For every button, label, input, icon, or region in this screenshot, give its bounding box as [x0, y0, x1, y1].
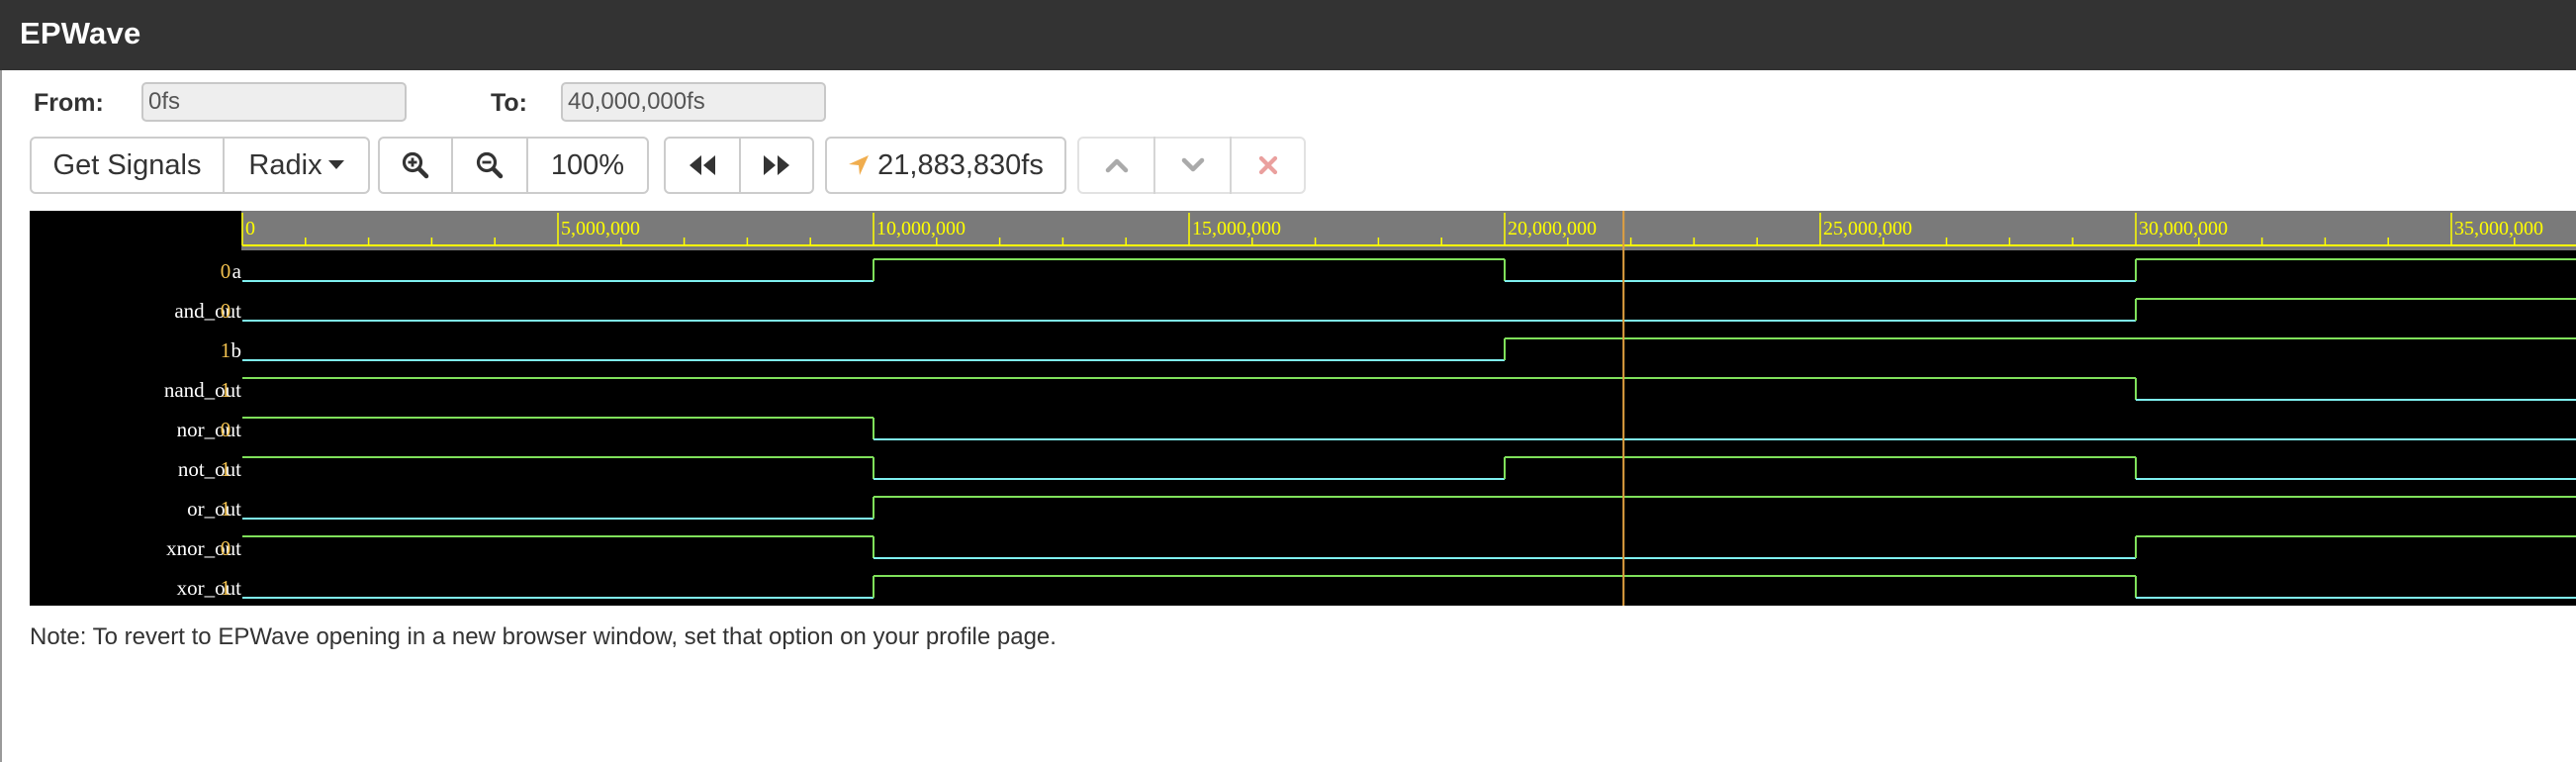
cursor-time: 21,883,830fs — [877, 148, 1044, 181]
location-arrow-icon — [848, 154, 870, 176]
zoom-out-icon — [476, 151, 504, 179]
zoom-in-icon — [402, 151, 429, 179]
waveform-viewer[interactable]: a 0 and_out 0 b 1 nand_out 1 nor_out 0 not_out 1 or_… — [30, 211, 2576, 606]
chevron-down-icon — [1181, 157, 1205, 173]
zoom-group: 100% — [378, 137, 649, 194]
fast-forward-icon — [762, 153, 791, 177]
app-title: EPWave — [20, 16, 141, 50]
left-border — [0, 70, 2, 762]
zoom-in-button[interactable] — [378, 137, 453, 194]
app-header: EPWave — [0, 0, 2576, 70]
waveform-canvas[interactable]: 0 5,000,000 10,000,000 15,000,000 20,000,000… — [30, 211, 2576, 606]
profile-note: Note: To revert to EPWave opening in a n… — [30, 623, 1057, 650]
get-signals-button[interactable]: Get Signals — [30, 137, 225, 194]
to-input[interactable]: 40,000,000fs — [561, 82, 826, 122]
previous-button[interactable] — [1077, 137, 1155, 194]
ruler-label: 15,000,000 — [1192, 218, 1281, 239]
fast-backward-icon — [688, 153, 717, 177]
step-back-button[interactable] — [664, 137, 741, 194]
from-input[interactable]: 0fs — [141, 82, 407, 122]
ruler-label: 20,000,000 — [1508, 218, 1597, 239]
step-forward-button[interactable] — [739, 137, 814, 194]
caret-down-icon — [327, 160, 344, 170]
from-label: From: — [34, 89, 104, 117]
ruler-label: 30,000,000 — [2139, 218, 2228, 239]
next-button[interactable] — [1153, 137, 1232, 194]
step-group — [664, 137, 814, 194]
radix-dropdown[interactable]: Radix — [223, 137, 370, 194]
zoom-out-button[interactable] — [451, 137, 528, 194]
to-label: To: — [491, 89, 528, 117]
chevron-up-icon — [1105, 157, 1129, 173]
remove-button[interactable] — [1230, 137, 1306, 194]
nav-group — [1077, 137, 1306, 194]
cursor-time-button[interactable]: 21,883,830fs — [825, 137, 1066, 194]
zoom-level: 100% — [550, 148, 625, 181]
ruler-label: 10,000,000 — [876, 218, 966, 239]
radix-label: Radix — [248, 148, 322, 181]
get-signals-label: Get Signals — [52, 148, 202, 181]
zoom-level-button[interactable]: 100% — [526, 137, 649, 194]
ruler-label: 0 — [245, 218, 255, 239]
ruler-label: 5,000,000 — [561, 218, 640, 239]
ruler-label: 35,000,000 — [2454, 218, 2543, 239]
signals-group: Get Signals Radix — [30, 137, 370, 194]
cursor-group: 21,883,830fs — [825, 137, 1066, 194]
close-icon — [1258, 155, 1278, 175]
ruler-label: 25,000,000 — [1823, 218, 1912, 239]
